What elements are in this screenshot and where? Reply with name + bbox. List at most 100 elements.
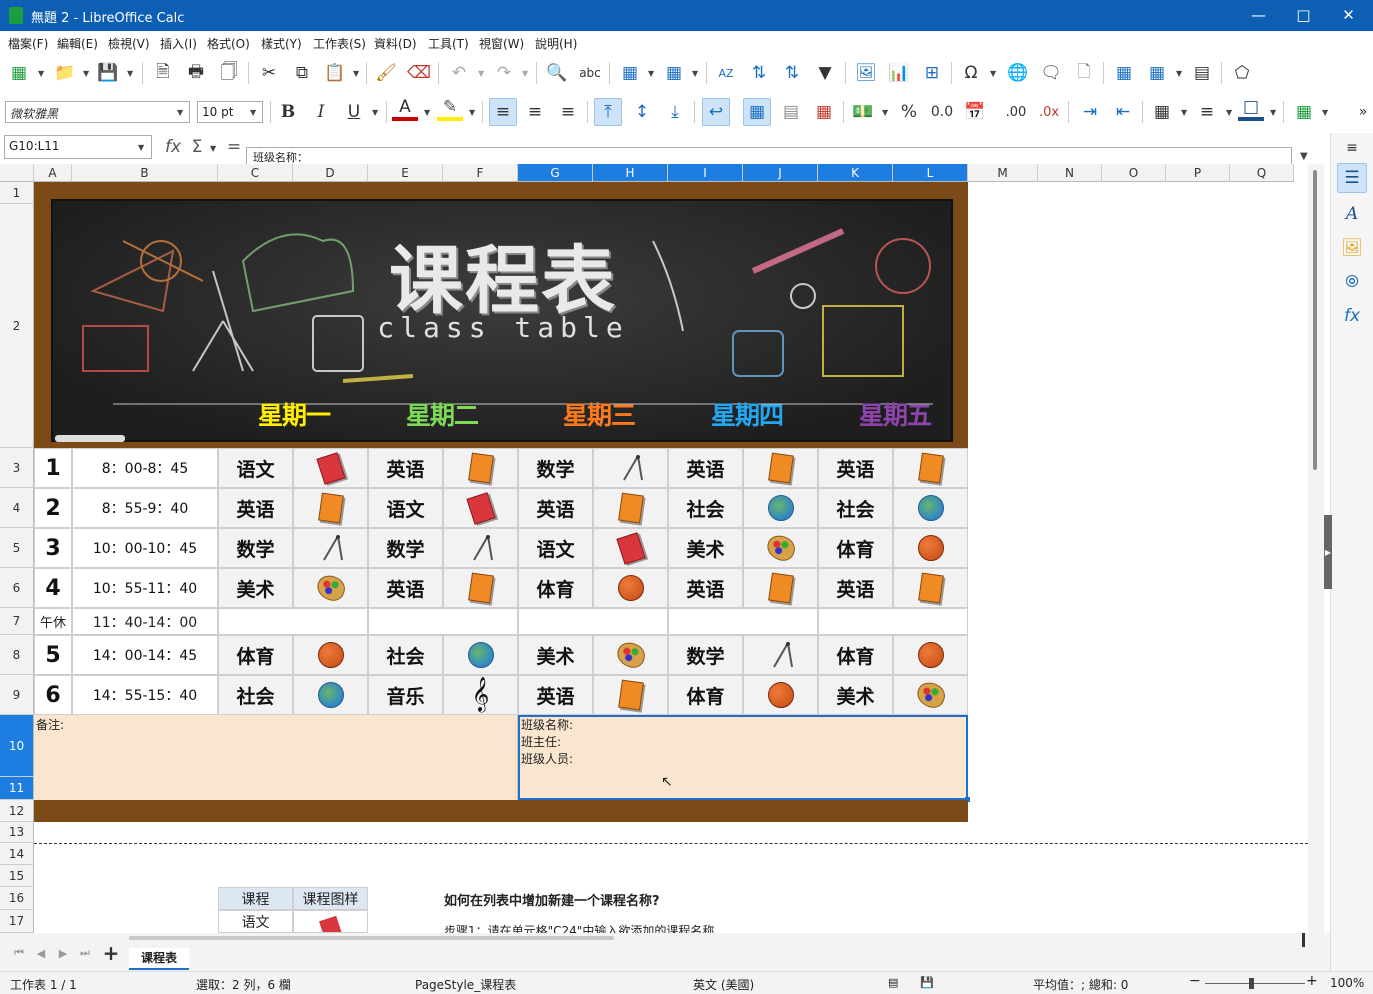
save-icon[interactable]: 💾 — [95, 60, 121, 86]
subject-icon-cell[interactable] — [443, 635, 518, 675]
subject-cell[interactable]: 英语 — [368, 568, 443, 608]
menu-view[interactable]: 檢視(V) — [108, 35, 150, 52]
subject-icon-cell[interactable] — [893, 635, 968, 675]
cut-icon[interactable]: ✂ — [256, 60, 282, 86]
period-number[interactable]: 2 — [34, 488, 72, 528]
subject-cell[interactable]: 语文 — [218, 448, 293, 488]
lunch-time[interactable]: 11：40-14：00 — [72, 608, 218, 635]
date-format-icon[interactable]: 📅 — [962, 99, 988, 125]
subject-icon-cell[interactable]: 𝄞 — [443, 675, 518, 715]
period-time[interactable]: 10：00-10：45 — [72, 528, 218, 568]
currency-dropdown-icon[interactable]: ▼ — [882, 108, 888, 117]
subject-icon-cell[interactable] — [443, 448, 518, 488]
sidebar-collapse-handle[interactable]: ▶ — [1324, 515, 1332, 589]
subject-icon-cell[interactable] — [893, 568, 968, 608]
subject-cell[interactable]: 英语 — [518, 675, 593, 715]
print-icon[interactable]: 🖶 — [183, 60, 209, 86]
minimize-button[interactable]: — — [1236, 0, 1281, 31]
column-header[interactable]: J — [743, 164, 818, 182]
row-icon[interactable]: ▦ — [617, 60, 643, 86]
border-style-dropdown-icon[interactable]: ▼ — [1226, 108, 1232, 117]
column-header[interactable]: Q — [1230, 164, 1294, 182]
wrap-text-icon[interactable]: ↩ — [702, 98, 730, 126]
row-header[interactable]: 16 — [0, 887, 34, 910]
functions-icon[interactable]: fx — [1339, 303, 1365, 329]
paste-icon[interactable]: 📋 — [322, 60, 348, 86]
column-header[interactable]: A — [34, 164, 72, 182]
split-window-icon[interactable]: ▤ — [1189, 60, 1215, 86]
align-center-icon[interactable]: ≡ — [522, 99, 548, 125]
subject-icon-cell[interactable] — [443, 488, 518, 528]
zoom-level[interactable]: 100% — [1330, 976, 1364, 990]
paste-dropdown-icon[interactable]: ▼ — [353, 69, 359, 78]
column-header[interactable]: D — [293, 164, 368, 182]
menu-file[interactable]: 檔案(F) — [8, 35, 48, 52]
insert-image-icon[interactable]: 🖼 — [853, 60, 879, 86]
period-number[interactable]: 1 — [34, 448, 72, 488]
subject-icon-cell[interactable] — [743, 488, 818, 528]
lunch-label[interactable]: 午休 — [34, 608, 72, 635]
undo-icon[interactable]: ↶ — [446, 60, 472, 86]
sort-descending-icon[interactable]: ⇅ — [779, 60, 805, 86]
course-list-header[interactable]: 课程 — [218, 887, 293, 910]
column-header[interactable]: L — [893, 164, 968, 182]
hyperlink-icon[interactable]: 🌐 — [1005, 60, 1031, 86]
autofilter-icon[interactable]: ▼ — [812, 60, 838, 86]
headers-footers-icon[interactable]: 🗋 — [1071, 60, 1097, 86]
select-all-corner[interactable] — [0, 164, 34, 182]
spreadsheet-grid[interactable]: A B C D E F G H I J K L M N O P Q 1 2 3 … — [0, 164, 1308, 933]
selection-mode-icon[interactable]: ▤ — [888, 976, 898, 989]
font-color-dropdown-icon[interactable]: ▼ — [424, 108, 430, 117]
subject-cell[interactable]: 英语 — [668, 568, 743, 608]
subject-icon-cell[interactable] — [893, 528, 968, 568]
function-wizard-icon[interactable]: fx — [160, 134, 186, 160]
borders-dropdown-icon[interactable]: ▼ — [1181, 108, 1187, 117]
period-time[interactable]: 14：00-14：45 — [72, 635, 218, 675]
column-header[interactable]: O — [1102, 164, 1166, 182]
last-sheet-icon[interactable]: ⏭ — [72, 940, 98, 966]
font-name-box[interactable]: 微软雅黑 — [5, 101, 190, 123]
language-status[interactable]: 英文 (美國) — [693, 976, 754, 993]
subject-icon-cell[interactable] — [593, 675, 668, 715]
sort-ascending-icon[interactable]: ⇅ — [746, 60, 772, 86]
number-format-currency-icon[interactable]: 💵 — [850, 99, 876, 125]
column-header[interactable]: H — [593, 164, 668, 182]
subject-cell[interactable]: 数学 — [368, 528, 443, 568]
subject-icon-cell[interactable] — [293, 488, 368, 528]
maximize-button[interactable]: □ — [1281, 0, 1326, 31]
column-header[interactable]: C — [218, 164, 293, 182]
subject-cell[interactable]: 数学 — [218, 528, 293, 568]
zoom-slider-thumb[interactable] — [1249, 978, 1254, 989]
bold-icon[interactable]: B — [275, 99, 301, 125]
lunch-cell[interactable] — [818, 608, 968, 635]
subject-icon-cell[interactable] — [293, 635, 368, 675]
styles-icon[interactable]: A — [1339, 201, 1365, 227]
column-header[interactable]: F — [443, 164, 518, 182]
center-vertically-icon[interactable]: ↕ — [629, 99, 655, 125]
zoom-in-icon[interactable]: + — [1306, 973, 1318, 989]
name-box-dropdown-icon[interactable]: ▼ — [138, 143, 144, 152]
align-bottom-icon[interactable]: ⤓ — [662, 99, 688, 125]
subject-cell[interactable]: 社会 — [818, 488, 893, 528]
font-name-dropdown-icon[interactable]: ▼ — [177, 108, 183, 117]
conditional-format-icon[interactable]: ▦ — [1291, 99, 1317, 125]
comment-icon[interactable]: 🗨 — [1038, 60, 1064, 86]
subject-cell[interactable]: 音乐 — [368, 675, 443, 715]
insert-chart-icon[interactable]: 📊 — [886, 60, 912, 86]
subject-icon-cell[interactable] — [593, 448, 668, 488]
delete-decimal-icon[interactable]: .0x — [1036, 99, 1062, 125]
horizontal-scroll-thumb[interactable] — [129, 936, 614, 940]
subject-cell[interactable]: 体育 — [668, 675, 743, 715]
column-dropdown-icon[interactable]: ▼ — [692, 69, 698, 78]
highlight-dropdown-icon[interactable]: ▼ — [469, 108, 475, 117]
underline-dropdown-icon[interactable]: ▼ — [372, 108, 378, 117]
properties-icon[interactable]: ☰ — [1337, 163, 1367, 193]
vertical-scroll-thumb[interactable] — [1313, 170, 1317, 470]
subject-cell[interactable]: 体育 — [818, 528, 893, 568]
subject-cell[interactable]: 语文 — [518, 528, 593, 568]
subject-cell[interactable]: 体育 — [818, 635, 893, 675]
menu-tools[interactable]: 工具(T) — [428, 35, 469, 52]
column-header[interactable]: N — [1038, 164, 1102, 182]
highlight-color-icon[interactable]: ✎ — [437, 97, 463, 121]
subject-icon-cell[interactable] — [293, 448, 368, 488]
